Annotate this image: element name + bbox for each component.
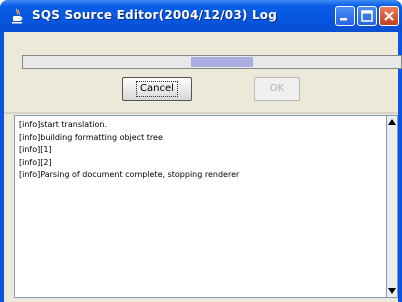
vertical-scrollbar[interactable] (386, 115, 398, 298)
minimize-icon (340, 18, 347, 21)
java-cup-icon[interactable] (10, 8, 24, 24)
ok-button-label: OK (269, 83, 285, 94)
arrow-down-icon (388, 288, 396, 294)
progress-bar (22, 55, 402, 69)
maximize-button[interactable] (357, 6, 377, 26)
close-button[interactable] (379, 6, 399, 26)
minimize-button[interactable] (335, 6, 355, 26)
window-title: SQS Source Editor(2004/12/03) Log (32, 8, 278, 22)
scroll-down-button[interactable] (387, 285, 397, 297)
log-text-area[interactable]: [info]start translation. [info]building … (14, 115, 386, 298)
maximize-icon (361, 10, 373, 22)
log-line: [info]building formatting object tree (19, 132, 163, 142)
ok-button[interactable]: OK (254, 77, 300, 101)
cancel-button-label: Cancel (136, 81, 178, 97)
cancel-button[interactable]: Cancel (122, 77, 192, 101)
close-icon (384, 11, 394, 21)
title-bar[interactable]: SQS Source Editor(2004/12/03) Log (0, 0, 402, 32)
arrow-up-icon (388, 119, 396, 125)
log-line: [info][1] (19, 145, 52, 154)
separator (4, 112, 398, 114)
window-client-area: Cancel OK [info]start translation. [info… (4, 32, 402, 302)
progress-indicator (191, 57, 253, 67)
log-line: [info]start translation. (19, 120, 107, 129)
log-line: [info][2] (19, 157, 52, 167)
scroll-up-button[interactable] (387, 116, 397, 128)
log-window: SQS Source Editor(2004/12/03) Log Cancel (0, 0, 402, 302)
log-line: [info]Parsing of document complete, stop… (19, 170, 240, 179)
